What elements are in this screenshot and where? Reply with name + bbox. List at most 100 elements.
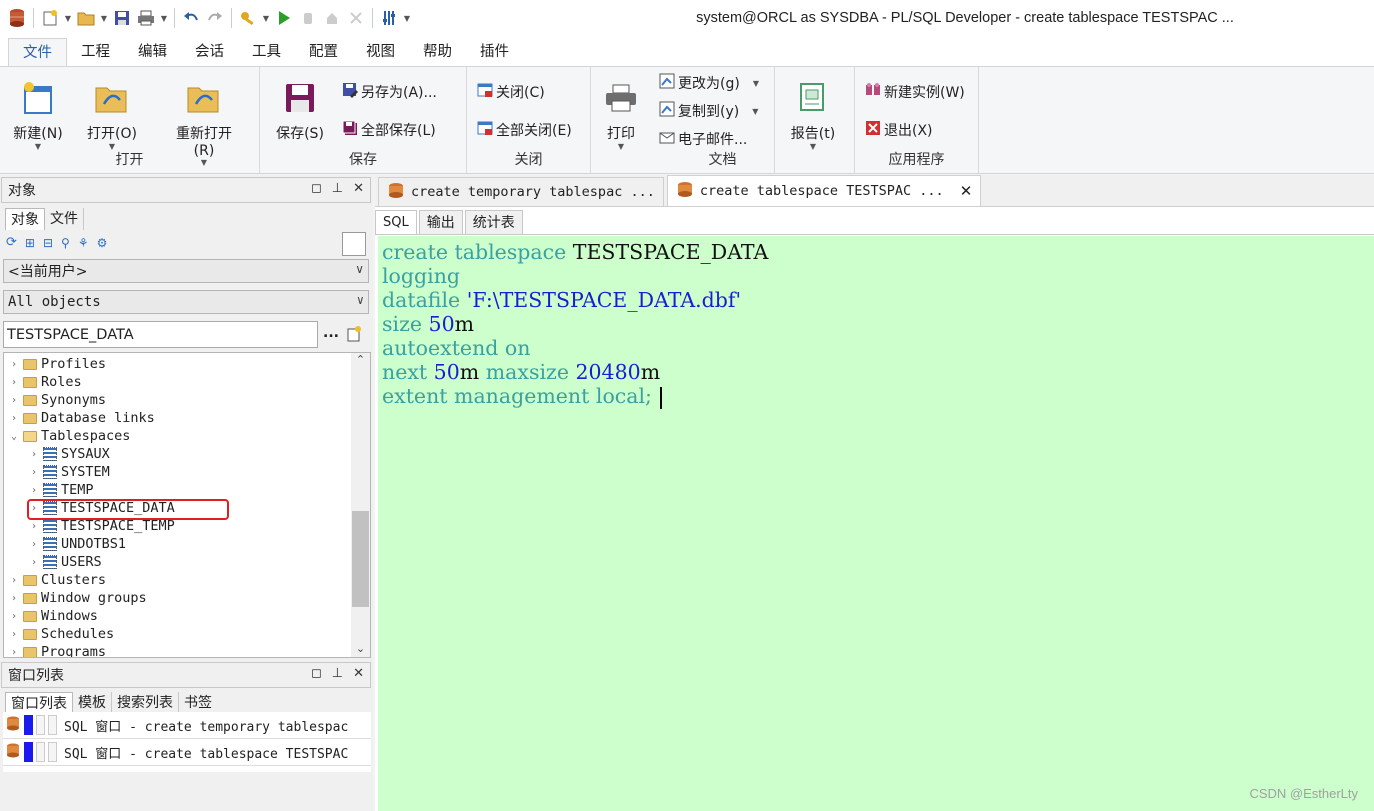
- tree-node-roles[interactable]: › Roles: [8, 373, 82, 391]
- qat-more-icon[interactable]: ▼: [402, 7, 412, 29]
- tree-node-window-groups[interactable]: › Window groups: [8, 589, 147, 607]
- tree-node-schedules[interactable]: › Schedules: [8, 625, 114, 643]
- expand-arrow-icon[interactable]: ›: [8, 395, 20, 406]
- expand-arrow-icon[interactable]: ›: [8, 413, 20, 424]
- tab-statistics[interactable]: 统计表: [464, 210, 523, 234]
- search-input[interactable]: TESTSPACE_DATA: [3, 321, 318, 348]
- print-icon[interactable]: [135, 7, 157, 29]
- filter-select[interactable]: All objects ∨: [3, 290, 369, 314]
- restore-icon[interactable]: ◻: [311, 666, 322, 681]
- tree-node-clusters[interactable]: › Clusters: [8, 571, 106, 589]
- tab-objects[interactable]: 对象: [5, 208, 45, 230]
- app-database-icon[interactable]: [6, 7, 28, 29]
- key-icon[interactable]: [237, 7, 259, 29]
- tree-node-database-links[interactable]: › Database links: [8, 409, 155, 427]
- save-all-button[interactable]: 全部保存(L): [342, 119, 436, 141]
- list-item[interactable]: SQL 窗口 - create tablespace TESTSPAC: [3, 739, 371, 766]
- tab-files[interactable]: 文件: [45, 208, 84, 230]
- new-button[interactable]: 新建(N) ▼: [8, 73, 68, 151]
- tree-node-tablespaces[interactable]: ⌄ Tablespaces: [8, 427, 130, 445]
- execute-icon[interactable]: [273, 7, 295, 29]
- tab-templates[interactable]: 模板: [73, 692, 112, 714]
- collapse-icon[interactable]: ⊟: [43, 236, 53, 250]
- menu-tab-view[interactable]: 视图: [352, 38, 409, 66]
- print-button[interactable]: 打印 ▼: [591, 73, 651, 151]
- sql-editor[interactable]: create tablespace TESTSPACE_DATA logging…: [378, 236, 1374, 811]
- commit-icon[interactable]: [321, 7, 343, 29]
- close-icon[interactable]: ✕: [353, 666, 364, 681]
- scrollbar-thumb[interactable]: [352, 511, 369, 607]
- collapse-arrow-icon[interactable]: ⌄: [8, 431, 20, 442]
- find-icon[interactable]: ⚲: [61, 236, 70, 250]
- tab-window-list[interactable]: 窗口列表: [5, 692, 73, 714]
- close-button[interactable]: 关闭(C): [477, 81, 545, 103]
- tree-node-temp[interactable]: › TEMP: [28, 481, 94, 499]
- close-all-button[interactable]: 全部关闭(E): [477, 119, 572, 141]
- pin-icon[interactable]: ⊥: [332, 666, 343, 681]
- expand-arrow-icon[interactable]: ›: [28, 449, 40, 460]
- report-button[interactable]: 报告(t) ▼: [783, 73, 843, 151]
- chevron-down-icon[interactable]: ▼: [159, 7, 169, 29]
- filter-edit-icon[interactable]: ⚙: [97, 236, 108, 250]
- menu-tab-session[interactable]: 会话: [181, 38, 238, 66]
- user-select[interactable]: <当前用户> ∨: [3, 259, 369, 283]
- menu-tab-plugins[interactable]: 插件: [466, 38, 523, 66]
- tree-node-programs[interactable]: › Programs: [8, 643, 106, 657]
- menu-tab-tools[interactable]: 工具: [238, 38, 295, 66]
- expand-arrow-icon[interactable]: ›: [28, 485, 40, 496]
- break-icon[interactable]: [297, 7, 319, 29]
- redo-icon[interactable]: [204, 7, 226, 29]
- tab-sql[interactable]: SQL: [375, 210, 417, 234]
- save-as-button[interactable]: 另存为(A)...: [342, 81, 437, 103]
- new-document-icon[interactable]: [347, 326, 361, 346]
- expand-arrow-icon[interactable]: ›: [28, 557, 40, 568]
- filter-icon[interactable]: ⚘: [78, 236, 89, 250]
- tree-node-synonyms[interactable]: › Synonyms: [8, 391, 106, 409]
- doc-tab-tablespace[interactable]: create tablespace TESTSPAC ... ✕: [666, 175, 982, 206]
- doc-tab-temporary-tablespace[interactable]: create temporary tablespac ...: [378, 177, 664, 206]
- restore-icon[interactable]: ◻: [311, 181, 322, 196]
- tab-search-list[interactable]: 搜索列表: [112, 692, 179, 714]
- pin-icon[interactable]: ⊥: [332, 181, 343, 196]
- tree-node-profiles[interactable]: › Profiles: [8, 355, 106, 373]
- tab-output[interactable]: 输出: [418, 210, 463, 234]
- tree-scrollbar[interactable]: ⌃ ⌄: [351, 353, 370, 657]
- tree-node-sysaux[interactable]: › SYSAUX: [28, 445, 110, 463]
- save-button[interactable]: 保存(S): [270, 73, 330, 143]
- menu-tab-edit[interactable]: 编辑: [124, 38, 181, 66]
- chevron-down-icon[interactable]: ▼: [99, 7, 109, 29]
- refresh-icon[interactable]: ⟳: [6, 235, 17, 250]
- chevron-down-icon[interactable]: ▼: [261, 7, 271, 29]
- color-box[interactable]: [342, 232, 366, 256]
- tab-bookmarks[interactable]: 书签: [179, 692, 217, 714]
- menu-tab-file[interactable]: 文件: [8, 38, 67, 66]
- open-button[interactable]: 打开(O) ▼: [82, 73, 142, 151]
- tree-node-system[interactable]: › SYSTEM: [28, 463, 110, 481]
- rollback-icon[interactable]: [345, 7, 367, 29]
- expand-arrow-icon[interactable]: ›: [28, 521, 40, 532]
- new-icon[interactable]: [39, 7, 61, 29]
- scroll-down-icon[interactable]: ⌄: [351, 642, 370, 655]
- menu-tab-help[interactable]: 帮助: [409, 38, 466, 66]
- expand-arrow-icon[interactable]: ›: [8, 629, 20, 640]
- search-more-button[interactable]: ...: [323, 325, 339, 341]
- tree-node-undotbs1[interactable]: › UNDOTBS1: [28, 535, 126, 553]
- email-button[interactable]: 电子邮件...: [659, 128, 747, 150]
- expand-arrow-icon[interactable]: ›: [28, 539, 40, 550]
- open-folder-icon[interactable]: [75, 7, 97, 29]
- menu-tab-configure[interactable]: 配置: [295, 38, 352, 66]
- expand-arrow-icon[interactable]: ›: [8, 359, 20, 370]
- copy-to-button[interactable]: 复制到(y) ▼: [659, 100, 758, 122]
- expand-arrow-icon[interactable]: ›: [8, 575, 20, 586]
- expand-arrow-icon[interactable]: ›: [28, 467, 40, 478]
- tree-node-users[interactable]: › USERS: [28, 553, 102, 571]
- change-to-button[interactable]: 更改为(g) ▼: [659, 72, 759, 94]
- new-instance-button[interactable]: 新建实例(W): [865, 81, 965, 103]
- expand-arrow-icon[interactable]: ›: [8, 611, 20, 622]
- expand-icon[interactable]: ⊞: [25, 236, 35, 250]
- save-icon[interactable]: [111, 7, 133, 29]
- expand-arrow-icon[interactable]: ›: [8, 377, 20, 388]
- scroll-up-icon[interactable]: ⌃: [351, 353, 370, 367]
- customize-toolbar-icon[interactable]: [378, 7, 400, 29]
- close-icon[interactable]: ✕: [353, 181, 364, 196]
